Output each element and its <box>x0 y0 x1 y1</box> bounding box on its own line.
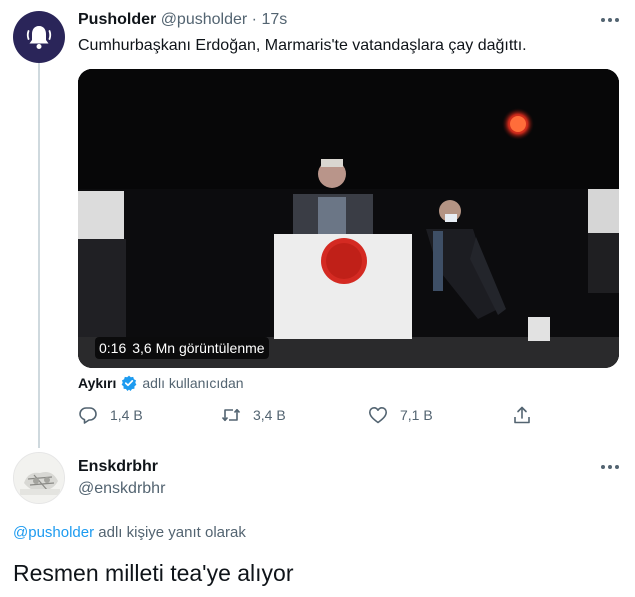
replying-to-suffix: adlı kişiye yanıt olarak <box>98 524 246 541</box>
more-options-button[interactable] <box>598 10 622 30</box>
author-handle[interactable]: @pusholder <box>161 11 248 28</box>
more-dot-icon <box>615 18 619 22</box>
tweet-header: Pusholder @pusholder · 17s <box>78 10 287 30</box>
retweet-count: 3,4 B <box>253 407 286 423</box>
more-dot-icon <box>608 465 612 469</box>
replying-to: @pusholder adlı kişiye yanıt olarak <box>13 523 246 543</box>
reply-count: 1,4 B <box>110 407 143 423</box>
tweet-text: Cumhurbaşkanı Erdoğan, Marmaris'te vatan… <box>78 37 527 54</box>
video-player[interactable]: 0:16 3,6 Mn görüntülenme <box>78 69 619 368</box>
video-frame <box>78 69 619 368</box>
avatar[interactable] <box>13 11 65 63</box>
reply-author-handle[interactable]: @enskdrbhr <box>78 479 165 499</box>
tweet-actions: 1,4 B 3,4 B 7,1 B <box>78 405 538 427</box>
heart-icon <box>369 407 387 424</box>
share-icon <box>514 406 530 424</box>
more-dot-icon <box>601 18 605 22</box>
share-button[interactable] <box>512 405 532 425</box>
header-separator: · <box>251 11 257 28</box>
retweet-button[interactable]: 3,4 B <box>221 405 286 425</box>
replying-to-mention[interactable]: @pusholder <box>13 524 94 541</box>
like-button[interactable]: 7,1 B <box>368 405 433 425</box>
avatar-image <box>14 453 64 503</box>
more-dot-icon <box>601 465 605 469</box>
video-stats-badge: 0:16 3,6 Mn görüntülenme <box>95 337 269 359</box>
verified-badge-icon <box>121 375 137 391</box>
reply-text: Resmen milleti tea'ye alıyor <box>13 560 294 586</box>
video-views: 3,6 Mn görüntülenme <box>132 340 265 356</box>
like-count: 7,1 B <box>400 407 433 423</box>
author-name[interactable]: Pusholder <box>78 11 156 28</box>
reply-avatar[interactable] <box>13 452 65 504</box>
reply-icon <box>79 407 97 424</box>
more-dot-icon <box>615 465 619 469</box>
media-attribution: Aykırı adlı kullanıcıdan <box>78 374 244 392</box>
thread-connector-line <box>38 63 40 448</box>
reply-more-options-button[interactable] <box>598 457 622 477</box>
bell-icon <box>26 26 52 49</box>
reply-button[interactable]: 1,4 B <box>78 405 143 425</box>
retweet-icon <box>221 408 241 422</box>
more-dot-icon <box>608 18 612 22</box>
video-duration: 0:16 <box>99 340 127 356</box>
attribution-suffix: adlı kullanıcıdan <box>142 375 244 391</box>
tweet-timestamp[interactable]: 17s <box>261 11 287 28</box>
reply-author-name[interactable]: Enskdrbhr <box>78 457 158 477</box>
attribution-source[interactable]: Aykırı <box>78 374 116 392</box>
